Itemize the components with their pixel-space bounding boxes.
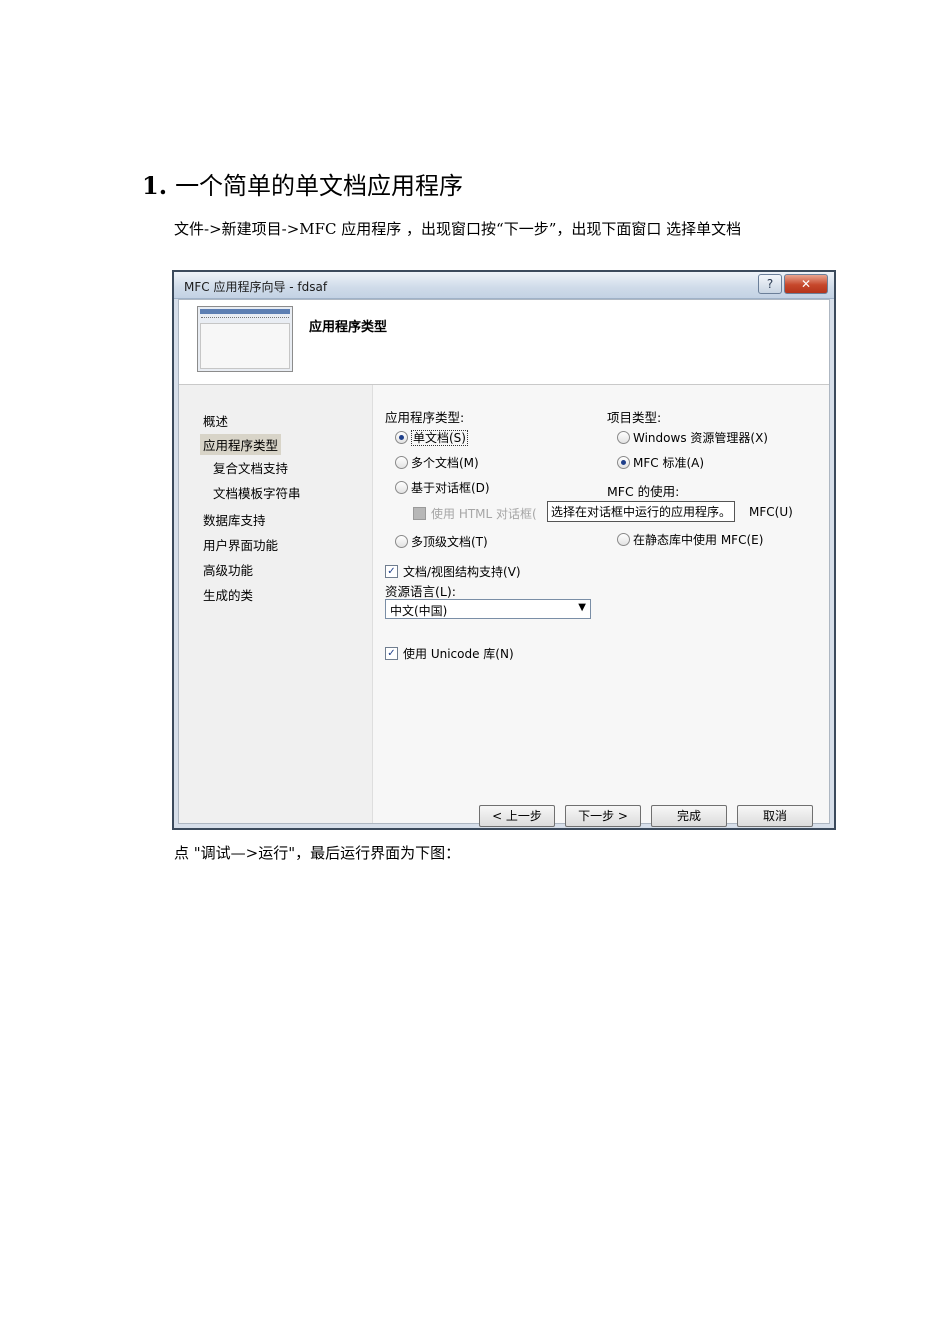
nav-item-ui-features[interactable]: 用户界面功能: [203, 535, 278, 554]
doc-view-label: 文档/视图结构支持(V): [403, 565, 521, 579]
finish-button[interactable]: 完成: [651, 805, 727, 827]
chevron-down-icon[interactable]: ▼: [578, 602, 586, 613]
dialog-title: MFC 应用程序向导 - fdsaf: [184, 280, 328, 294]
project-type-label: 项目类型:: [607, 410, 662, 425]
checkbox-doc-view[interactable]: ✓: [385, 565, 398, 578]
heading-number: 1.: [142, 171, 168, 200]
nav-item-compound-doc[interactable]: 复合文档支持: [213, 458, 288, 477]
instruction-paragraph: 文件->新建项目->MFC 应用程序 ，出现窗口按“下一步”，出现下面窗口 选择…: [174, 220, 742, 238]
nav-item-generated-classes[interactable]: 生成的类: [203, 585, 253, 604]
mfc-shared-label: MFC(U): [749, 505, 793, 519]
html-dialog-label: 使用 HTML 对话框(: [431, 507, 537, 521]
mfc-wizard-dialog: MFC 应用程序向导 - fdsaf ? ✕ 应用程序类型 概述 应用程序类型 …: [172, 270, 836, 830]
checkbox-unicode[interactable]: ✓: [385, 647, 398, 660]
radio-windows-explorer[interactable]: [617, 431, 630, 444]
radio-multi-top-level[interactable]: [395, 535, 408, 548]
nav-item-overview[interactable]: 概述: [203, 411, 228, 430]
radio-dialog-based[interactable]: [395, 481, 408, 494]
app-window-preview-icon: [197, 306, 293, 372]
nav-item-doc-template[interactable]: 文档模板字符串: [213, 483, 301, 502]
radio-multi-doc[interactable]: [395, 456, 408, 469]
mfc-standard-label: MFC 标准(A): [633, 456, 705, 470]
static-mfc-label: 在静态库中使用 MFC(E): [633, 533, 764, 547]
dialog-body: 应用程序类型 概述 应用程序类型 复合文档支持 文档模板字符串 数据库支持 用户…: [178, 299, 830, 827]
radio-mfc-standard[interactable]: [617, 456, 630, 469]
wizard-banner: 应用程序类型: [179, 300, 829, 385]
option-single-doc: 单文档(S): [411, 429, 468, 446]
help-button[interactable]: ?: [758, 274, 782, 294]
prev-button[interactable]: < 上一步: [479, 805, 555, 827]
unicode-label: 使用 Unicode 库(N): [403, 647, 514, 661]
dialog-titlebar: MFC 应用程序向导 - fdsaf ? ✕: [174, 272, 834, 299]
windows-explorer-label: Windows 资源管理器(X): [633, 431, 768, 445]
multi-top-level-label: 多顶级文档(T): [411, 535, 488, 549]
app-type-label: 应用程序类型:: [385, 410, 465, 425]
resource-lang-label: 资源语言(L):: [385, 584, 456, 599]
banner-title: 应用程序类型: [309, 320, 388, 335]
close-button[interactable]: ✕: [784, 274, 828, 294]
mfc-use-label: MFC 的使用:: [607, 484, 680, 499]
cancel-button[interactable]: 取消: [737, 805, 813, 827]
radio-static-mfc[interactable]: [617, 533, 630, 546]
single-doc-label: 单文档(S): [411, 430, 468, 446]
nav-item-app-type[interactable]: 应用程序类型: [200, 434, 282, 455]
next-button[interactable]: 下一步 >: [565, 805, 641, 827]
radio-single-doc[interactable]: [395, 431, 408, 444]
multi-doc-label: 多个文档(M): [411, 456, 479, 470]
dialog-based-label: 基于对话框(D): [411, 481, 490, 495]
heading-text: 一个简单的单文档应用程序: [175, 172, 464, 200]
wizard-nav: 概述 应用程序类型 复合文档支持 文档模板字符串 数据库支持 用户界面功能 高级…: [179, 385, 371, 823]
tooltip: 选择在对话框中运行的应用程序。: [547, 501, 736, 522]
resource-lang-value: 中文(中国): [390, 604, 448, 618]
section-heading: 1. 一个简单的单文档应用程序: [142, 166, 463, 201]
checkbox-html-dialog[interactable]: [413, 507, 426, 520]
wizard-content: 应用程序类型: 单文档(S) 多个文档(M) 基于对话框(D) 使用 HTML …: [372, 385, 829, 827]
nav-item-advanced[interactable]: 高级功能: [203, 560, 253, 579]
run-instruction-paragraph: 点 "调试—>运行"，最后运行界面为下图：: [174, 844, 461, 862]
resource-lang-select[interactable]: 中文(中国) ▼: [385, 599, 591, 619]
nav-item-database[interactable]: 数据库支持: [203, 510, 266, 529]
